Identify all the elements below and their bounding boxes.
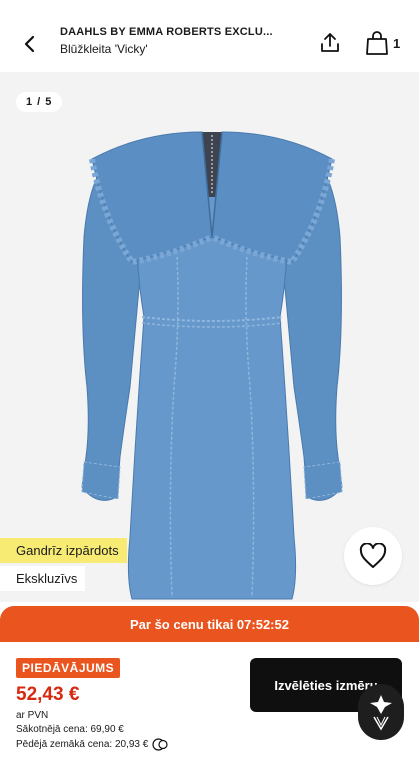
shopping-bag-icon <box>366 31 388 55</box>
offer-badge: PIEDĀVĀJUMS <box>16 658 121 678</box>
share-button[interactable] <box>315 28 345 58</box>
vat-note: ar PVN <box>16 710 49 721</box>
product-name: Blūžkleita 'Vicky' <box>60 42 148 56</box>
wishlist-button[interactable] <box>344 527 402 585</box>
top-bar: DAAHLS BY EMMA ROBERTS EXCLU... Blūžklei… <box>0 0 419 72</box>
almost-sold-out-tag: Gandrīz izpārdots <box>0 538 127 563</box>
original-price: Sākotnējā cena: 69,90 € <box>16 724 124 735</box>
chevron-left-icon <box>24 35 35 53</box>
title-block: DAAHLS BY EMMA ROBERTS EXCLU... Blūžklei… <box>60 26 282 56</box>
share-icon <box>321 33 339 52</box>
cart-button[interactable] <box>362 28 392 58</box>
exclusive-tag: Ekskluzīvs <box>0 566 86 591</box>
lowest-price: Pēdējā zemākā cena: 20,93 € <box>16 739 149 750</box>
price-countdown-banner: Par šo cenu tikai 07:52:52 <box>0 606 419 642</box>
brand-logo-bubble[interactable] <box>358 684 404 740</box>
brand-logo-icon <box>370 695 392 731</box>
brand-name: DAAHLS BY EMMA ROBERTS EXCLU... <box>60 26 273 38</box>
info-icon[interactable] <box>152 738 168 751</box>
lowest-price-row: Pēdējā zemākā cena: 20,93 € <box>16 738 168 751</box>
image-counter: 1 / 5 <box>16 92 63 112</box>
heart-icon <box>359 543 387 568</box>
product-gallery[interactable]: 1 / 5 Gandrīz izpārdots Ekskluzīvs <box>0 72 419 602</box>
denim-dress-image <box>81 131 343 600</box>
current-price: 52,43 € <box>16 684 80 705</box>
price-panel: PIEDĀVĀJUMS 52,43 € ar PVN Sākotnējā cen… <box>0 642 419 768</box>
cart-count: 1 <box>393 36 401 51</box>
back-button[interactable] <box>14 28 46 60</box>
